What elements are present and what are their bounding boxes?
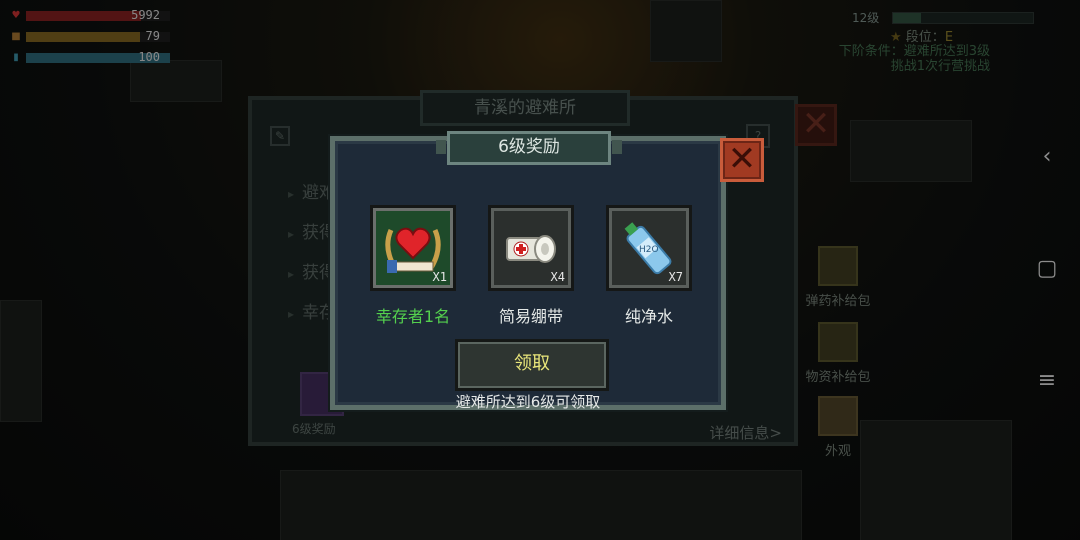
reward-item-bandage[interactable]: X4 简易绷带 bbox=[488, 205, 574, 327]
reward-slot: H2O X7 bbox=[606, 205, 692, 291]
reward-dialog: 6级奖励 X1 幸存者1名 X4 简易绷带 H2O X7 纯净水 领取 避难所达… bbox=[330, 131, 726, 411]
svg-text:H2O: H2O bbox=[639, 245, 659, 255]
reward-item-water[interactable]: H2O X7 纯净水 bbox=[606, 205, 692, 327]
reward-qty: X4 bbox=[550, 270, 565, 284]
reward-dialog-title: 6级奖励 bbox=[436, 131, 622, 165]
claim-condition-note: 避难所达到6级可领取 bbox=[455, 393, 601, 411]
reward-qty: X1 bbox=[432, 270, 447, 284]
reward-name: 纯净水 bbox=[624, 307, 673, 326]
reward-qty: X7 bbox=[668, 270, 683, 284]
reward-name: 幸存者1名 bbox=[375, 307, 451, 326]
reward-name: 简易绷带 bbox=[498, 307, 563, 326]
reward-slot: X4 bbox=[488, 205, 574, 291]
reward-item-survivor[interactable]: X1 幸存者1名 bbox=[370, 205, 456, 327]
claim-button[interactable]: 领取 bbox=[455, 339, 609, 391]
close-button[interactable]: ✕ bbox=[720, 138, 764, 182]
reward-slot: X1 bbox=[370, 205, 456, 291]
